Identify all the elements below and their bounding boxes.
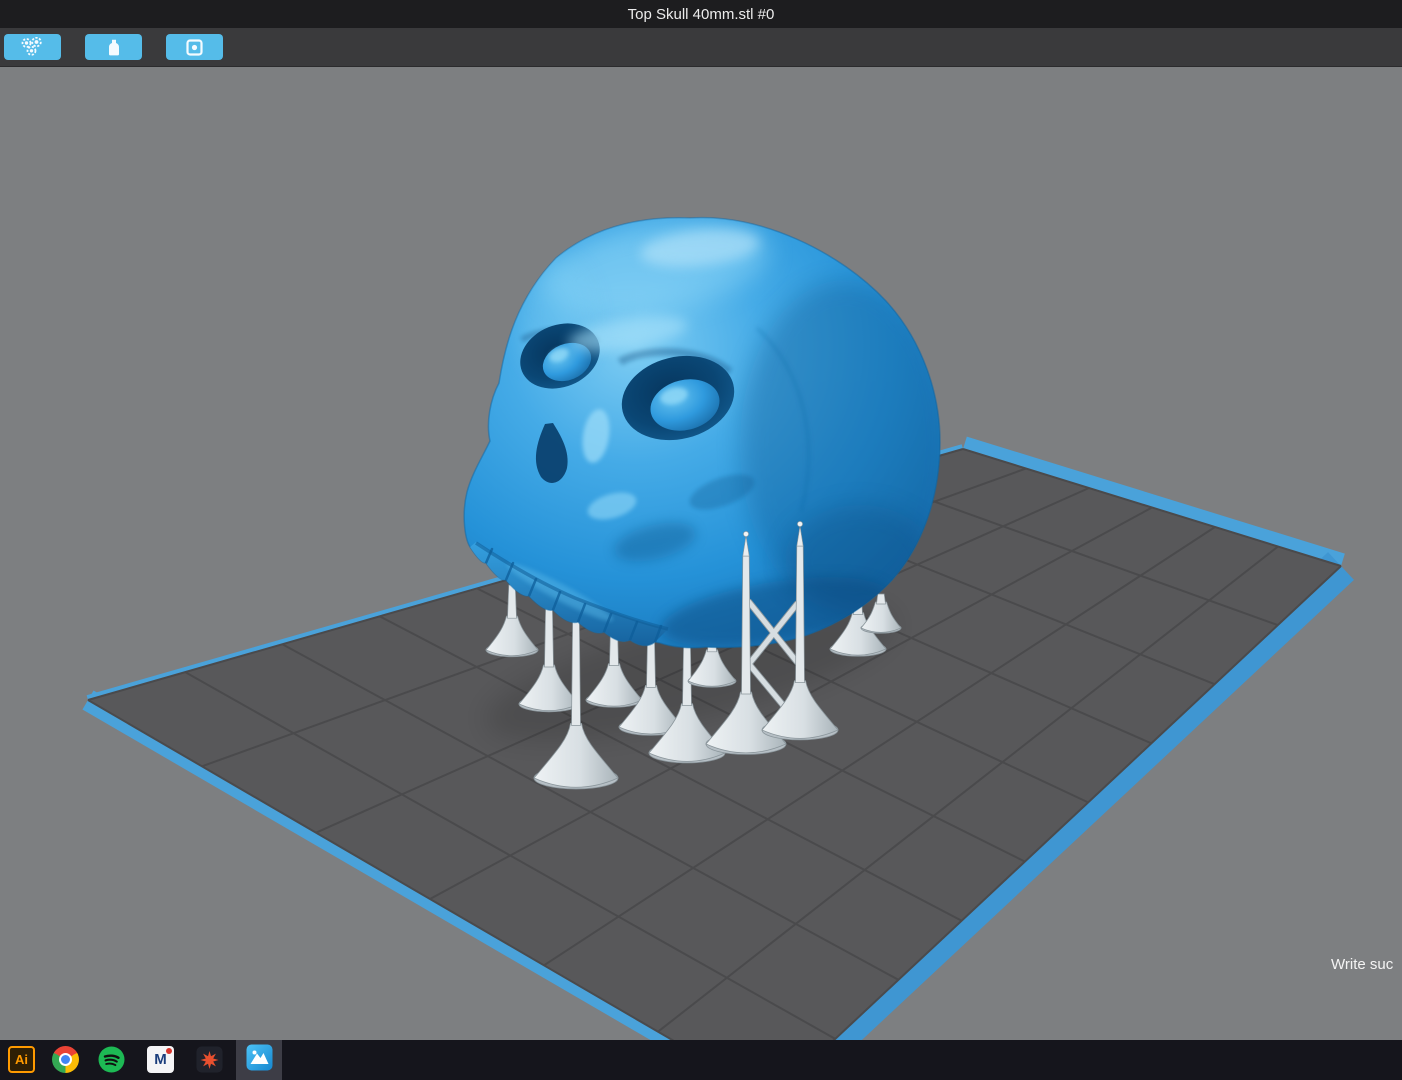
slicer-app-icon [246, 1044, 273, 1076]
active-app-slot[interactable] [236, 1040, 282, 1080]
illustrator-icon-label: Ai [15, 1052, 28, 1067]
m-app-icon-label: M [154, 1051, 167, 1068]
window-title: Top Skull 40mm.stl #0 [628, 6, 775, 23]
viewport-3d[interactable]: Write suc [0, 67, 1402, 1040]
toolbar [0, 28, 1402, 67]
m-app-icon[interactable]: M [147, 1046, 174, 1073]
title-bar[interactable]: Top Skull 40mm.stl #0 [0, 0, 1402, 28]
supports-button[interactable] [4, 34, 61, 60]
spotify-icon[interactable] [98, 1046, 125, 1073]
resin-bottle-icon [108, 39, 120, 56]
gears-icon [21, 37, 45, 57]
illustrator-icon[interactable]: Ai [8, 1046, 35, 1073]
mathematica-icon[interactable] [196, 1046, 223, 1073]
export-button[interactable] [166, 34, 223, 60]
status-text: Write suc [1331, 956, 1393, 973]
taskbar: Ai M [0, 1040, 1402, 1080]
chrome-icon[interactable] [52, 1046, 79, 1073]
scene-canvas [0, 67, 1402, 1040]
resin-button[interactable] [85, 34, 142, 60]
frame-icon [186, 39, 203, 56]
skull-model[interactable] [464, 205, 950, 660]
